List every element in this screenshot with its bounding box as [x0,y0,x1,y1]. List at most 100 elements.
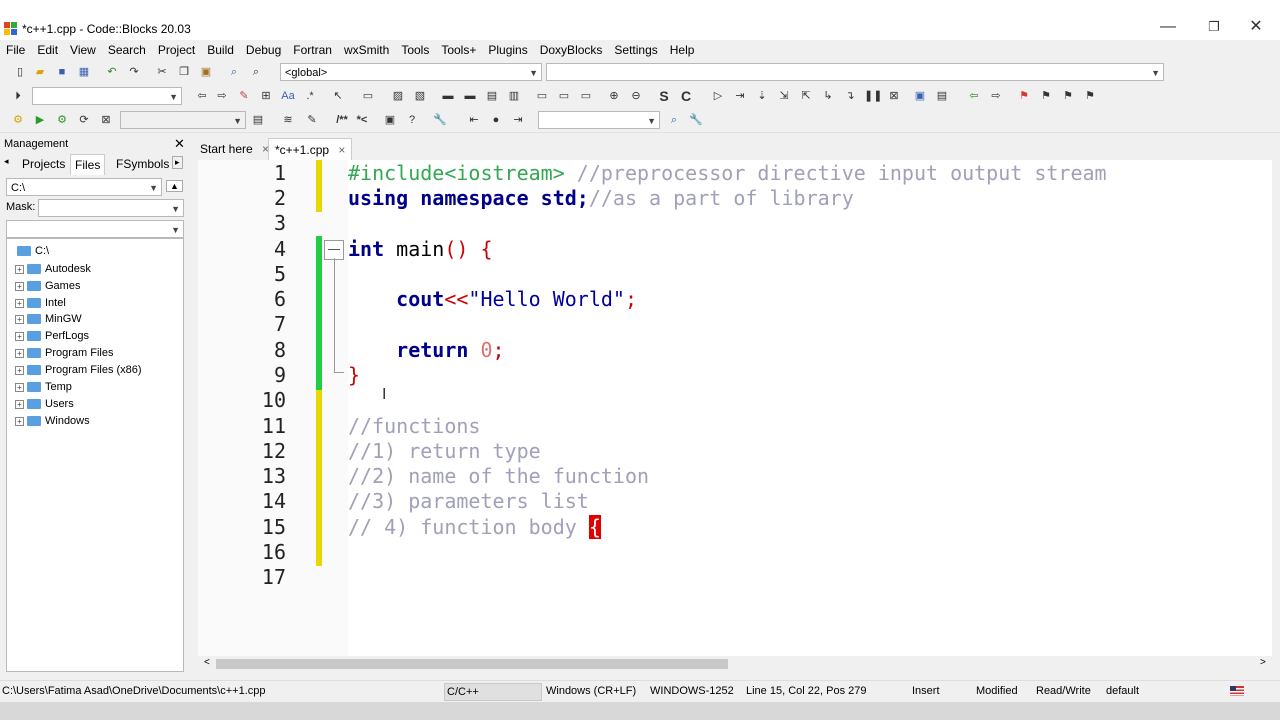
prev-bookmark-icon[interactable]: ⇦ [966,88,982,104]
info-icon[interactable]: ▤ [934,88,950,104]
replace-icon[interactable]: ⌕ [248,64,264,80]
image-icon[interactable]: ▨ [390,88,406,104]
paste-icon[interactable]: ▣ [198,64,214,80]
menu-search[interactable]: Search [102,40,152,60]
expand-icon[interactable]: + [15,382,24,392]
mask-input[interactable]: ▼ [38,199,184,217]
flag-next-icon[interactable]: ⚑ [1060,88,1076,104]
fold-collapse-icon[interactable] [324,240,344,260]
menu-settings[interactable]: Settings [608,40,663,60]
tab-fsymbols[interactable]: FSymbols [112,154,173,174]
next-instr-icon[interactable]: ↳ [820,88,836,104]
layout-icon-4[interactable]: ▥ [506,88,522,104]
tree-item[interactable]: + Program Files (x86) [15,362,142,379]
tree-item[interactable]: + Users [15,396,74,413]
highlight-icon[interactable]: ✎ [236,88,252,104]
font-icon[interactable]: Aa [280,88,296,104]
scrollbar-thumb[interactable] [216,659,728,669]
tab-scroll-left-icon[interactable]: ◂ [4,156,9,167]
expand-icon[interactable]: + [15,314,24,324]
abort-icon[interactable]: ⊠ [98,112,114,128]
run-to-cursor-icon[interactable]: ⇥ [732,88,748,104]
close-tab-icon[interactable]: × [338,143,345,157]
flag-prev-icon[interactable]: ⚑ [1038,88,1054,104]
doc-list-icon[interactable]: ▤ [250,112,266,128]
search-icon[interactable]: ⌕ [666,112,682,128]
scroll-left-icon[interactable]: < [204,657,210,668]
code-editor[interactable]: 1 2 3 4 5 6 7 8 9 10 11 12 13 14 15 16 1… [198,160,1272,656]
flag-clear-icon[interactable]: ⚑ [1082,88,1098,104]
zoom-out-icon[interactable]: ⊖ [628,88,644,104]
menu-debug[interactable]: Debug [240,40,287,60]
target-combo[interactable]: ▼ [32,87,182,105]
copy-icon[interactable]: ❐ [176,64,192,80]
close-icon[interactable]: ✕ [174,136,185,152]
dot-icon[interactable]: ● [488,112,504,128]
tab-projects[interactable]: Projects [18,154,69,174]
tab-start-here[interactable]: Start here × [194,138,275,160]
expand-icon[interactable]: + [15,281,24,291]
next-bookmark-icon[interactable]: ⇨ [988,88,1004,104]
flag-icon[interactable]: ⚑ [1016,88,1032,104]
horizontal-scrollbar[interactable]: < > [200,656,1272,672]
tab-files[interactable]: Files [70,154,106,175]
cut-icon[interactable]: ✂ [154,64,170,80]
jump-back-icon[interactable]: ⇦ [194,88,210,104]
menu-fortran[interactable]: Fortran [287,40,338,60]
zoom-in-icon[interactable]: ⊕ [606,88,622,104]
frame-icon-1[interactable]: ▭ [534,88,550,104]
new-file-icon[interactable]: ▯ [12,64,28,80]
expand-icon[interactable]: + [15,264,24,274]
tab-c-plus-plus-1[interactable]: *c++1.cpp × [268,138,353,161]
tree-item[interactable]: + PerfLogs [15,328,89,345]
expand-icon[interactable]: + [15,331,24,341]
tree-item[interactable]: + Temp [15,379,72,396]
restore-button[interactable]: ❐ [1194,14,1234,40]
step-into-icon[interactable]: ⇲ [776,88,792,104]
layout-icon-1[interactable]: ▬ [440,88,456,104]
function-combo[interactable]: ▼ [546,63,1164,81]
select-icon[interactable]: ⊞ [258,88,274,104]
open-file-icon[interactable]: ▰ [32,64,48,80]
expand-icon[interactable]: + [15,365,24,375]
debug-windows-icon[interactable]: ▣ [912,88,928,104]
regex-icon[interactable]: .* [302,88,318,104]
tree-item[interactable]: + Games [15,278,80,295]
menu-file[interactable]: File [0,40,31,60]
undo-icon[interactable]: ↶ [104,64,120,80]
stack-icon[interactable]: ≋ [280,112,296,128]
layout-icon-3[interactable]: ▤ [484,88,500,104]
block-icon[interactable]: ▭ [360,88,376,104]
path-combo[interactable]: C:\ ▼ [6,178,162,196]
up-folder-icon[interactable]: ▲ [166,180,183,192]
filter-combo[interactable]: ▼ [6,220,184,238]
doc-icon[interactable]: ▧ [412,88,428,104]
scroll-right-icon[interactable]: > [1260,657,1266,668]
rebuild-icon[interactable]: ⟳ [76,112,92,128]
layout-icon-2[interactable]: ▬ [462,88,478,104]
pencil-icon[interactable]: ✎ [304,112,320,128]
menu-tools[interactable]: Tools [395,40,435,60]
menu-project[interactable]: Project [152,40,201,60]
doxy-run-icon[interactable]: ▣ [382,112,398,128]
doxy-combo[interactable]: ▼ [538,111,660,129]
doxy-help-icon[interactable]: ? [404,112,420,128]
frame-icon-3[interactable]: ▭ [578,88,594,104]
s-icon[interactable]: S [656,88,672,104]
stop-debug-icon[interactable]: ⊠ [886,88,902,104]
expand-icon[interactable]: + [15,348,24,358]
debug-run-icon[interactable]: ▷ [710,88,726,104]
tree-item[interactable]: + Program Files [15,345,113,362]
debug-step-icon[interactable]: ⏵ [10,88,26,104]
tree-item[interactable]: + Autodesk [15,261,91,278]
pause-icon[interactable]: ❚❚ [864,88,882,104]
expand-icon[interactable]: + [15,298,24,308]
tree-item[interactable]: + MinGW [15,311,82,328]
wrench-icon[interactable]: 🔧 [432,112,448,128]
menu-view[interactable]: View [64,40,102,60]
close-button[interactable]: ✕ [1236,14,1276,40]
menu-plugins[interactable]: Plugins [482,40,533,60]
pointer-icon[interactable]: ↖ [330,88,346,104]
jump-forward-icon[interactable]: ⇨ [214,88,230,104]
menu-wxsmith[interactable]: wxSmith [338,40,395,60]
